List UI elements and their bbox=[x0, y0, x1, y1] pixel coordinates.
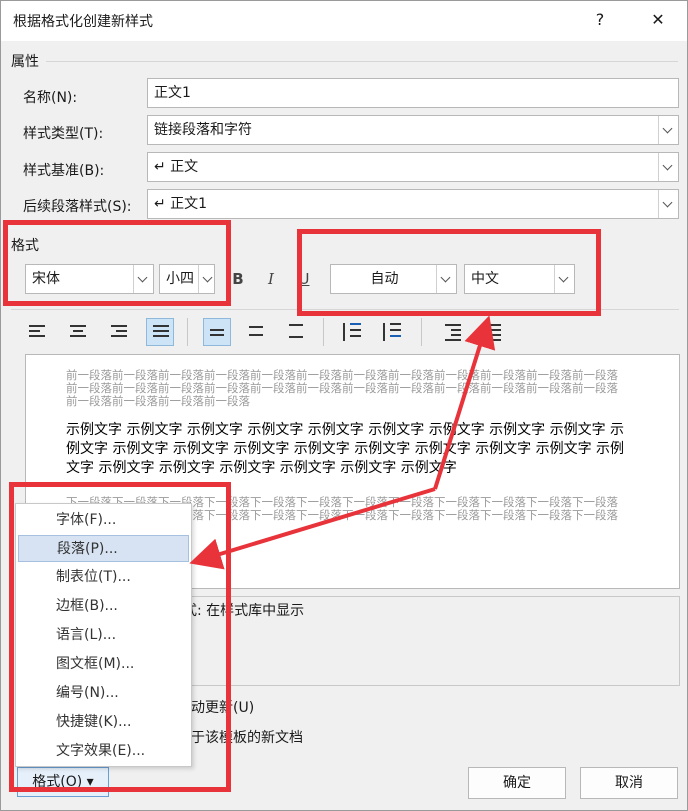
chevron-down-icon[interactable] bbox=[658, 153, 678, 181]
annotation-box-color-language bbox=[297, 229, 601, 316]
help-icon[interactable]: ? bbox=[589, 9, 611, 31]
next-style-select[interactable]: ↵ 正文1 bbox=[147, 189, 679, 219]
chevron-down-icon[interactable] bbox=[658, 190, 678, 218]
justify-icon[interactable] bbox=[146, 318, 174, 346]
style-base-select[interactable]: ↵ 正文 bbox=[147, 152, 679, 182]
new-style-dialog: 根据格式化创建新样式 ? ✕ 属性 名称(N): 正文1 样式类型(T): 链接… bbox=[0, 0, 688, 811]
single-spacing-icon[interactable] bbox=[203, 318, 231, 346]
double-spacing-icon[interactable] bbox=[283, 318, 311, 346]
toolbar-divider bbox=[187, 318, 188, 346]
previous-paragraph-text: 前一段落前一段落前一段落前一段落前一段落前一段落前一段落前一段落前一段落前一段落… bbox=[66, 368, 618, 408]
space-before-icon[interactable] bbox=[337, 318, 365, 346]
increase-indent-icon[interactable] bbox=[479, 318, 507, 346]
style-type-select[interactable]: 链接段落和字符 bbox=[147, 115, 679, 145]
toolbar-divider bbox=[323, 318, 324, 346]
properties-divider bbox=[46, 61, 678, 62]
sample-text: 示例文字 示例文字 示例文字 示例文字 示例文字 示例文字 示例文字 示例文字 … bbox=[66, 422, 625, 476]
next-style-label: 后续段落样式(S): bbox=[23, 199, 132, 215]
toolbar-divider bbox=[421, 318, 422, 346]
align-right-icon[interactable] bbox=[105, 318, 133, 346]
annotation-box-font bbox=[3, 220, 231, 306]
name-input[interactable]: 正文1 bbox=[147, 78, 679, 108]
align-left-icon[interactable] bbox=[23, 318, 51, 346]
style-type-value: 链接段落和字符 bbox=[154, 122, 252, 138]
cancel-button[interactable]: 取消 bbox=[580, 767, 678, 799]
style-base-label: 样式基准(B): bbox=[23, 163, 105, 179]
decrease-indent-icon[interactable] bbox=[439, 318, 467, 346]
next-style-value: ↵ 正文1 bbox=[154, 196, 208, 212]
style-base-value: ↵ 正文 bbox=[154, 159, 199, 175]
name-label: 名称(N): bbox=[23, 90, 78, 106]
italic-button[interactable]: I bbox=[258, 266, 284, 292]
align-center-icon[interactable] bbox=[64, 318, 92, 346]
chevron-down-icon[interactable] bbox=[658, 116, 678, 144]
title-bar: 根据格式化创建新样式 ? ✕ bbox=[1, 1, 687, 41]
annotation-box-format-menu bbox=[9, 482, 231, 792]
style-type-label: 样式类型(T): bbox=[23, 126, 104, 142]
space-after-icon[interactable] bbox=[377, 318, 405, 346]
ok-button[interactable]: 确定 bbox=[468, 767, 566, 799]
one-half-spacing-icon[interactable] bbox=[243, 318, 271, 346]
properties-group-label: 属性 bbox=[11, 54, 39, 70]
close-icon[interactable]: ✕ bbox=[647, 9, 669, 31]
name-input-value: 正文1 bbox=[154, 85, 191, 101]
dialog-title: 根据格式化创建新样式 bbox=[13, 14, 153, 30]
